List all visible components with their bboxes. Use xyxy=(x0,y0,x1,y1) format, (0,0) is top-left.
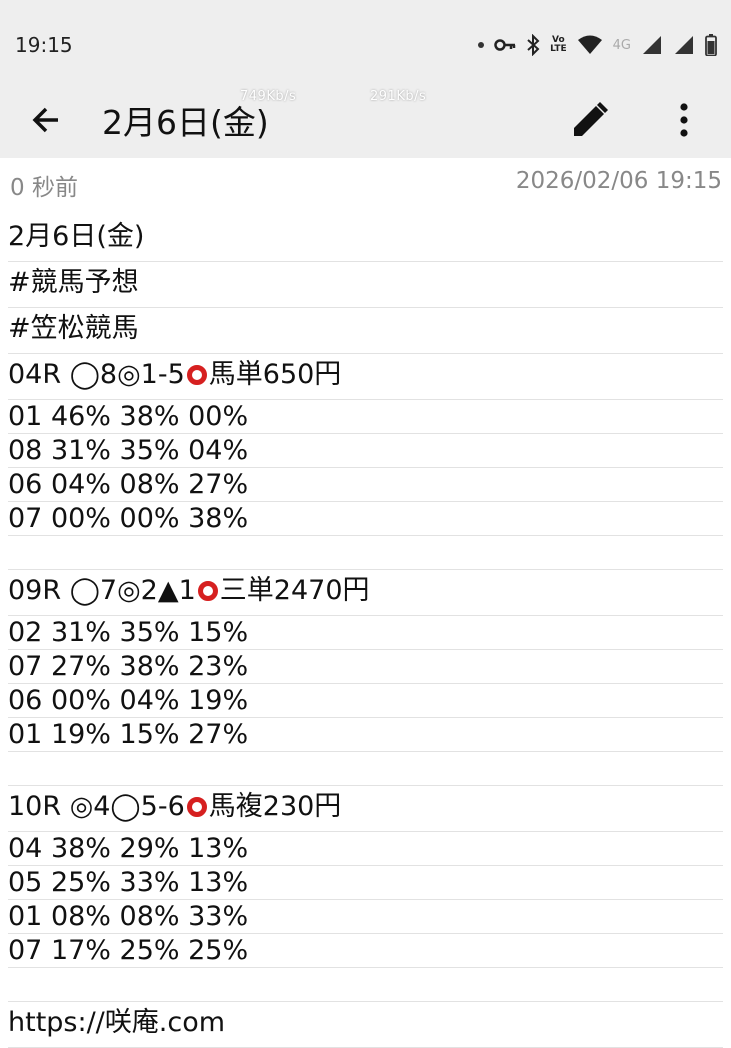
race-row: 07 17% 25% 25% xyxy=(8,934,723,968)
race-row: 04 38% 29% 13% xyxy=(8,832,723,866)
volte-icon: Vo LTE xyxy=(550,36,567,54)
key-icon xyxy=(494,38,516,52)
note-date-line: 2月6日(金) xyxy=(8,216,723,262)
signal-icon-2 xyxy=(673,34,695,56)
race-picks: 04R ◯8◎1-5 xyxy=(8,359,185,390)
race-picks: 10R ◎4◯5-6 xyxy=(8,791,185,822)
battery-icon xyxy=(705,34,717,56)
back-arrow-icon xyxy=(32,107,58,133)
hit-circle-icon xyxy=(197,581,218,601)
note-url[interactable]: https://咲庵.com xyxy=(8,1002,723,1048)
race-row: 06 00% 04% 19% xyxy=(8,684,723,718)
note-tag-line-2: #笠松競馬 xyxy=(8,308,723,354)
download-speed: 749Kb/s xyxy=(240,89,297,104)
blank-line xyxy=(8,536,723,570)
race-result: 三単2470円 xyxy=(219,575,370,606)
race-row: 01 19% 15% 27% xyxy=(8,718,723,752)
edit-button[interactable] xyxy=(568,98,612,142)
more-vert-icon xyxy=(680,103,688,137)
status-bar: 19:15 Vo LTE 4G xyxy=(0,0,731,80)
race-row: 01 08% 08% 33% xyxy=(8,900,723,934)
race-row: 06 04% 08% 27% xyxy=(8,468,723,502)
race-row: 08 31% 35% 04% xyxy=(8,434,723,468)
app-bar: 2月6日(金) 749Kb/s 291Kb/s xyxy=(0,80,731,158)
race-row: 07 27% 38% 23% xyxy=(8,650,723,684)
more-options-button[interactable] xyxy=(662,98,706,142)
timestamp: 2026/02/06 19:15 xyxy=(515,168,722,194)
status-icons: Vo LTE 4G xyxy=(478,32,717,58)
hit-circle-icon xyxy=(186,797,207,817)
hit-circle-icon xyxy=(186,365,207,385)
wifi-icon xyxy=(577,35,603,55)
race-row: 02 31% 35% 15% xyxy=(8,616,723,650)
back-button[interactable] xyxy=(24,98,68,142)
race-row: 05 25% 33% 13% xyxy=(8,866,723,900)
volte-label-bottom: LTE xyxy=(550,44,567,54)
race-result: 馬複230円 xyxy=(208,791,342,822)
note-tag-line: #競馬予想 xyxy=(8,262,723,308)
race-header: 04R ◯8◎1-5 馬単650円 xyxy=(8,354,723,400)
status-time: 19:15 xyxy=(15,33,73,57)
signal-icon xyxy=(641,34,663,56)
note-body[interactable]: 2月6日(金) #競馬予想 #笠松競馬 04R ◯8◎1-5 馬単650円 01 … xyxy=(8,216,723,1048)
dot-icon xyxy=(478,42,485,48)
elapsed-time: 0 秒前 xyxy=(10,175,78,201)
network-type-label: 4G xyxy=(612,37,631,53)
race-result: 馬単650円 xyxy=(208,359,342,390)
race-header: 09R ◯7◎2▲1 三単2470円 xyxy=(8,570,723,616)
race-row: 07 00% 00% 38% xyxy=(8,502,723,536)
note-meta: 0 秒前 2026/02/06 19:15 xyxy=(0,158,731,204)
race-picks: 09R ◯7◎2▲1 xyxy=(8,575,196,606)
race-header: 10R ◎4◯5-6 馬複230円 xyxy=(8,786,723,832)
bluetooth-icon xyxy=(526,34,540,56)
race-row: 01 46% 38% 00% xyxy=(8,400,723,434)
blank-line xyxy=(8,968,723,1002)
pencil-icon xyxy=(574,102,608,136)
upload-speed: 291Kb/s xyxy=(370,89,427,104)
blank-line xyxy=(8,752,723,786)
